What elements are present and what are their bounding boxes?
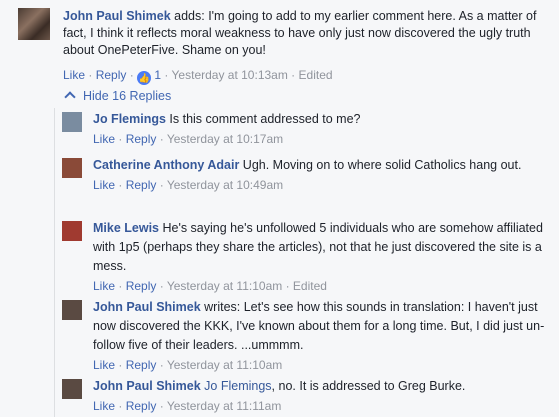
reply-actions: Like · Reply · Yesterday at 11:10am · Ed… xyxy=(93,279,327,293)
reply-thread-line xyxy=(54,108,55,417)
mention-link[interactable]: Jo Flemings xyxy=(204,379,271,393)
like-link[interactable]: Like xyxy=(93,399,115,413)
reply-link[interactable]: Reply xyxy=(126,358,157,372)
like-link[interactable]: Like xyxy=(93,178,115,192)
avatar[interactable] xyxy=(62,221,82,241)
like-link[interactable]: Like xyxy=(93,132,115,146)
timestamp[interactable]: Yesterday at 11:10am xyxy=(167,358,282,372)
hide-replies-label: Hide 16 Replies xyxy=(83,89,172,103)
reply-author[interactable]: John Paul Shimek xyxy=(93,300,201,314)
timestamp[interactable]: Yesterday at 10:17am xyxy=(167,132,283,146)
reply-text: He's saying he's unfollowed 5 individual… xyxy=(93,221,543,273)
timestamp[interactable]: Yesterday at 11:10am xyxy=(167,279,282,293)
reply-link[interactable]: Reply xyxy=(126,132,157,146)
reply-body: Jo Flemings Is this comment addressed to… xyxy=(93,110,555,147)
reply-author[interactable]: Mike Lewis xyxy=(93,221,159,235)
reply-body: John Paul Shimek writes: Let's see how t… xyxy=(93,298,555,373)
reply-body: John Paul Shimek Jo Flemings, no. It is … xyxy=(93,377,555,414)
avatar[interactable] xyxy=(62,300,82,320)
reply-text: , no. It is addressed to Greg Burke. xyxy=(271,379,466,393)
timestamp[interactable]: Yesterday at 10:13am xyxy=(172,68,288,82)
avatar[interactable] xyxy=(62,112,82,132)
avatar[interactable] xyxy=(18,8,50,40)
reply-actions: Like · Reply · Yesterday at 10:49am xyxy=(93,178,284,192)
reply-actions: Like · Reply · Yesterday at 10:17am xyxy=(93,132,284,146)
avatar[interactable] xyxy=(62,158,82,178)
reply-actions: Like · Reply · Yesterday at 11:11am xyxy=(93,399,282,413)
comment-actions: Like · Reply · 👍 1 · Yesterday at 10:13a… xyxy=(63,68,333,85)
reply-link[interactable]: Reply xyxy=(126,178,157,192)
hide-replies-link[interactable]: Hide 16 Replies xyxy=(64,89,172,103)
like-link[interactable]: Like xyxy=(63,68,85,82)
avatar[interactable] xyxy=(62,379,82,399)
reply-author[interactable]: John Paul Shimek xyxy=(93,379,201,393)
reply-text: Ugh. Moving on to where solid Catholics … xyxy=(239,158,522,172)
timestamp[interactable]: Yesterday at 11:11am xyxy=(167,399,282,413)
reply-author[interactable]: Jo Flemings xyxy=(93,112,166,126)
chevron-up-icon xyxy=(64,91,76,103)
like-link[interactable]: Like xyxy=(93,358,115,372)
reply-body: Catherine Anthony Adair Ugh. Moving on t… xyxy=(93,156,555,193)
reply-body: Mike Lewis He's saying he's unfollowed 5… xyxy=(93,219,555,294)
reply-link[interactable]: Reply xyxy=(96,68,127,82)
reply-author[interactable]: Catherine Anthony Adair xyxy=(93,158,239,172)
like-link[interactable]: Like xyxy=(93,279,115,293)
comment-author[interactable]: John Paul Shimek xyxy=(63,9,171,23)
reply-link[interactable]: Reply xyxy=(126,399,157,413)
reply-text: Is this comment addressed to me? xyxy=(165,112,361,126)
reply-actions: Like · Reply · Yesterday at 11:10am xyxy=(93,358,283,372)
edited-label[interactable]: Edited xyxy=(299,68,333,82)
reply-link[interactable]: Reply xyxy=(126,279,157,293)
edited-label[interactable]: Edited xyxy=(293,279,327,293)
comment-body: John Paul Shimek adds: I'm going to add … xyxy=(63,8,549,59)
thumbs-up-icon: 👍 xyxy=(137,71,152,85)
reaction-count[interactable]: 1 xyxy=(154,68,161,82)
timestamp[interactable]: Yesterday at 10:49am xyxy=(167,178,283,192)
